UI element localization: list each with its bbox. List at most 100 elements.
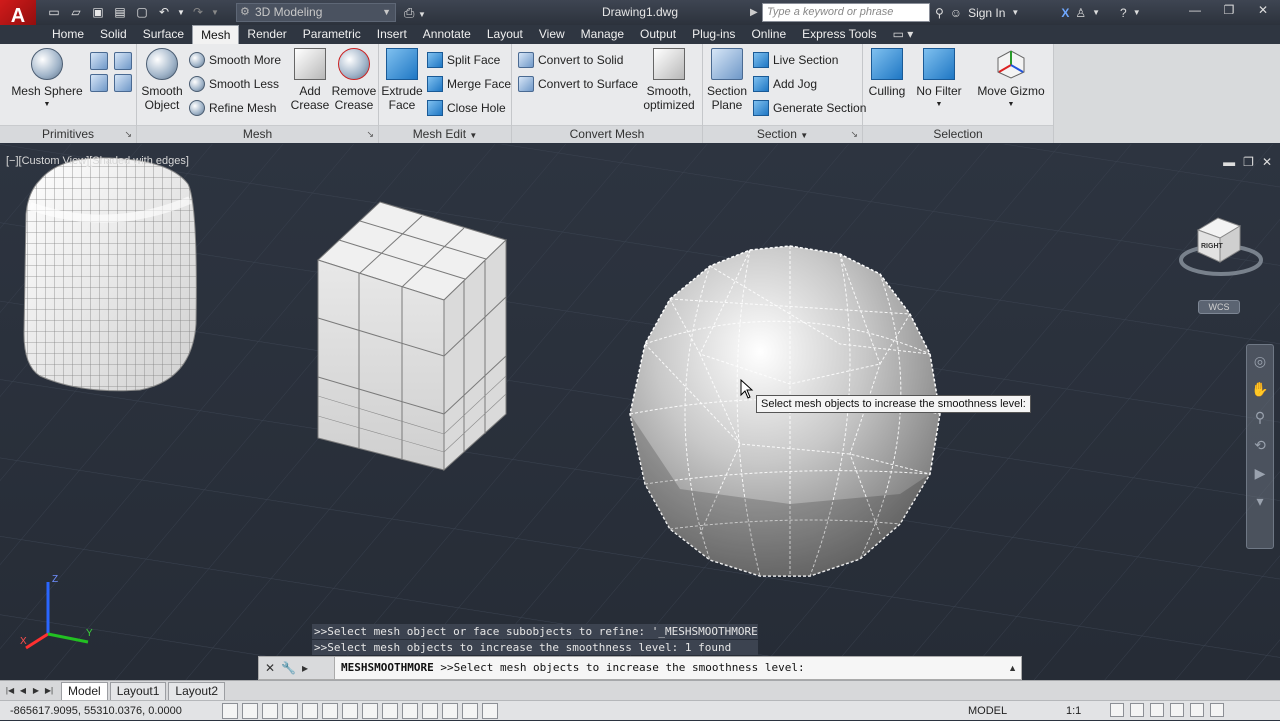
navbar-options-icon[interactable]: ▾ [1250, 493, 1270, 513]
ortho-mode-icon[interactable] [282, 703, 298, 719]
transparency-icon[interactable] [442, 703, 458, 719]
close-icon[interactable]: ✕ [1246, 0, 1280, 20]
chevron-down-icon[interactable]: ▼ [1011, 8, 1019, 17]
polar-tracking-icon[interactable] [302, 703, 318, 719]
snap-mode-icon[interactable] [242, 703, 258, 719]
showmotion-icon[interactable]: ▶ [1250, 465, 1270, 485]
tab-insert[interactable]: Insert [369, 25, 415, 44]
viewport-controls-label[interactable]: [−][Custom View][Shaded with edges] [6, 155, 189, 167]
live-section-button[interactable]: Live Section [753, 50, 838, 70]
merge-face-button[interactable]: Merge Face [427, 74, 511, 94]
mesh-cone-icon[interactable] [90, 74, 108, 92]
extrude-face-button[interactable]: Extrude Face [381, 48, 423, 112]
prev-tab-icon[interactable]: ◀ [17, 684, 29, 698]
annotation-scale[interactable]: 1:1 [1066, 701, 1081, 721]
add-crease-button[interactable]: Add Crease [289, 48, 331, 112]
smooth-optimized-button[interactable]: Smooth, optimized [640, 48, 698, 112]
undo-icon[interactable]: ↶ [154, 3, 174, 22]
save-as-icon[interactable]: ▤ [110, 3, 130, 22]
chevron-down-icon[interactable]: ▼ [1092, 8, 1100, 17]
close-hole-button[interactable]: Close Hole [427, 98, 506, 118]
model-space-toggle[interactable]: MODEL [968, 701, 1007, 721]
binoculars-icon[interactable]: ⚲ [935, 6, 944, 20]
tab-home[interactable]: Home [44, 25, 92, 44]
tab-annotate[interactable]: Annotate [415, 25, 479, 44]
coordinate-readout[interactable]: -865617.9095, 55310.0376, 0.0000 [10, 701, 182, 721]
redo-dropdown-icon[interactable]: ▼ [210, 3, 220, 22]
help-icon[interactable]: ? [1120, 6, 1127, 20]
dynamic-input-icon[interactable] [402, 703, 418, 719]
clean-screen-icon[interactable] [1210, 703, 1224, 717]
object-snap-tracking-icon[interactable] [362, 703, 378, 719]
tab-mesh[interactable]: Mesh [192, 25, 240, 44]
wrench-icon[interactable]: 🔧 [281, 661, 296, 675]
viewcube[interactable]: RIGHT [1176, 208, 1266, 288]
lock-icon[interactable] [1150, 703, 1164, 717]
object-snap-icon[interactable] [322, 703, 338, 719]
search-input[interactable]: Type a keyword or phrase [762, 3, 930, 22]
layout-tab-layout2[interactable]: Layout2 [168, 681, 226, 700]
convert-to-surface-button[interactable]: Convert to Surface [518, 74, 638, 94]
print-preview-icon[interactable]: ▢ [132, 3, 152, 22]
isolate-objects-icon[interactable] [1190, 703, 1204, 717]
zoom-icon[interactable]: ⚲ [1250, 409, 1270, 429]
tab-output[interactable]: Output [632, 25, 684, 44]
mesh-box-icon[interactable] [90, 52, 108, 70]
layout-tab-model[interactable]: Model [61, 681, 108, 700]
culling-button[interactable]: Culling [865, 48, 909, 98]
mesh-box[interactable] [317, 201, 507, 472]
no-filter-button[interactable]: No Filter ▼ [911, 48, 967, 112]
pan-icon[interactable]: ✋ [1250, 381, 1270, 401]
tab-view[interactable]: View [531, 25, 573, 44]
mesh-sphere-button[interactable]: Mesh Sphere ▼ [8, 48, 86, 112]
smoothed-mesh-box[interactable] [23, 157, 197, 392]
section-plane-button[interactable]: Section Plane [705, 48, 749, 112]
dialog-launcher-icon[interactable]: ↘ [850, 126, 858, 143]
exchange-icon[interactable]: X [1061, 6, 1069, 20]
steering-wheel-icon[interactable]: ◎ [1250, 353, 1270, 373]
panel-title-mesh-edit[interactable]: Mesh Edit ▼ [379, 125, 511, 143]
tab-express-tools[interactable]: Express Tools [794, 25, 884, 44]
tab-surface[interactable]: Surface [135, 25, 192, 44]
hardware-acceleration-icon[interactable] [1170, 703, 1184, 717]
tab-solid[interactable]: Solid [92, 25, 135, 44]
split-face-button[interactable]: Split Face [427, 50, 500, 70]
chevron-up-icon[interactable]: ▲ [1008, 657, 1017, 679]
layout-tab-layout1[interactable]: Layout1 [109, 681, 167, 700]
tab-layout[interactable]: Layout [479, 25, 531, 44]
restore-icon[interactable]: ❐ [1212, 0, 1246, 20]
close-icon[interactable]: ✕ [1262, 155, 1272, 169]
selection-cycling-icon[interactable] [482, 703, 498, 719]
chevron-down-icon[interactable]: ▼ [1133, 8, 1141, 17]
dynamic-ucs-icon[interactable] [382, 703, 398, 719]
drawing-viewport[interactable]: Z Y X [−][Custom View][Shaded with edges… [0, 144, 1280, 680]
workspace-select[interactable]: ⚙ 3D Modeling ▼ [236, 3, 396, 22]
tab-render[interactable]: Render [239, 25, 294, 44]
workspace-switching-icon[interactable] [1130, 703, 1144, 717]
generate-section-button[interactable]: Generate Section [753, 98, 866, 118]
tab-parametric[interactable]: Parametric [295, 25, 369, 44]
dialog-launcher-icon[interactable]: ↘ [366, 126, 374, 143]
move-gizmo-button[interactable]: Move Gizmo ▼ [975, 48, 1047, 112]
search-expand-icon[interactable]: ▶ [750, 3, 758, 22]
recent-commands-icon[interactable]: ▸ [302, 661, 308, 675]
smooth-more-button[interactable]: Smooth More [189, 50, 281, 70]
open-icon[interactable]: ▱ [66, 3, 86, 22]
dialog-launcher-icon[interactable]: ↘ [124, 126, 132, 143]
smooth-less-button[interactable]: Smooth Less [189, 74, 279, 94]
minimize-icon[interactable]: — [1178, 0, 1212, 20]
remove-crease-button[interactable]: Remove Crease [331, 48, 377, 112]
save-icon[interactable]: ▣ [88, 3, 108, 22]
orbit-icon[interactable]: ⟲ [1250, 437, 1270, 457]
refine-mesh-button[interactable]: Refine Mesh [189, 98, 276, 118]
ribbon-minimize-icon[interactable]: ▭ ▾ [893, 25, 914, 44]
panel-title-section[interactable]: Section ▼ ↘ [703, 125, 862, 143]
annotation-visibility-icon[interactable] [1110, 703, 1124, 717]
minimize-icon[interactable]: ▬ [1223, 155, 1235, 169]
add-jog-button[interactable]: Add Jog [753, 74, 817, 94]
next-tab-icon[interactable]: ▶ [30, 684, 42, 698]
lineweight-icon[interactable] [422, 703, 438, 719]
last-tab-icon[interactable]: ▶| [43, 684, 55, 698]
first-tab-icon[interactable]: |◀ [4, 684, 16, 698]
wcs-menu[interactable]: WCS [1198, 300, 1240, 314]
